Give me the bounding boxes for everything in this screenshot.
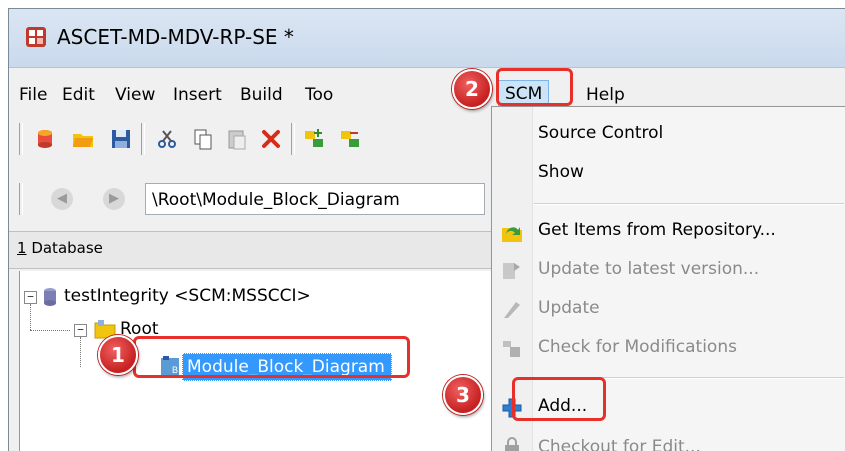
menu-separator: [534, 203, 844, 205]
open-folder-icon[interactable]: [71, 127, 95, 151]
toolbar-separator: [19, 183, 23, 215]
callout-badge-2: 2: [452, 69, 492, 109]
tree-root-label[interactable]: testIntegrity <SCM:MSSCCI>: [64, 286, 311, 306]
toolbar-separator: [19, 123, 23, 155]
callout-badge-1: 1: [98, 335, 138, 375]
menu-item-update: Update: [538, 298, 600, 318]
add-item-highlight: [512, 377, 606, 421]
panel-title: 1 Database: [17, 239, 103, 257]
tree-line: [80, 337, 81, 367]
toolbar-separator: [141, 123, 145, 155]
menu-item-update-latest: Update to latest version...: [538, 259, 760, 279]
panel-title-text: Database: [26, 239, 103, 257]
tree-line: [30, 330, 70, 331]
delete-icon[interactable]: [259, 127, 283, 151]
database-icon: [44, 288, 56, 306]
menu-view[interactable]: View: [115, 83, 155, 107]
get-items-icon: [502, 227, 522, 242]
database-icon[interactable]: [33, 127, 57, 151]
update-latest-icon: [503, 263, 520, 279]
panel-title-hotkey: 1: [17, 239, 27, 257]
menu-file[interactable]: File: [19, 83, 47, 107]
menu-item-get-items[interactable]: Get Items from Repository...: [538, 220, 776, 240]
address-path-field[interactable]: \Root\Module_Block_Diagram: [145, 183, 485, 215]
checkout-icon: [505, 437, 519, 451]
menu-tools[interactable]: Too: [305, 83, 333, 107]
tree-collapse-toggle[interactable]: −: [74, 324, 87, 337]
toolbar-separator: [291, 123, 295, 155]
menu-help[interactable]: Help: [586, 83, 625, 107]
menu-item-show[interactable]: Show: [538, 162, 584, 182]
remove-component-icon[interactable]: [339, 127, 363, 151]
app-icon: [26, 27, 46, 47]
scm-menu-highlight: [496, 68, 573, 106]
menu-insert[interactable]: Insert: [173, 83, 222, 107]
menu-item-check-modifications: Check for Modifications: [538, 337, 737, 357]
menu-item-source-control[interactable]: Source Control: [538, 123, 663, 143]
paste-icon[interactable]: [225, 127, 249, 151]
menu-build[interactable]: Build: [240, 83, 283, 107]
tree-line: [30, 304, 31, 330]
window-title: ASCET-MD-MDV-RP-SE *: [57, 25, 294, 49]
update-icon: [504, 302, 520, 318]
cut-icon[interactable]: [155, 127, 179, 151]
callout-badge-3: 3: [443, 375, 483, 415]
save-icon[interactable]: [109, 127, 133, 151]
app-window: ASCET-MD-MDV-RP-SE * File Edit View Inse…: [8, 8, 845, 451]
tree-item-highlight: [133, 336, 410, 378]
title-bar: ASCET-MD-MDV-RP-SE *: [9, 9, 845, 68]
back-button[interactable]: ◀: [51, 188, 73, 210]
forward-button[interactable]: ▶: [103, 188, 125, 210]
check-modifications-icon: [503, 341, 520, 357]
add-component-icon[interactable]: [303, 127, 327, 151]
copy-icon[interactable]: [191, 127, 215, 151]
menu-edit[interactable]: Edit: [62, 83, 95, 107]
menu-item-checkout: Checkout for Edit...: [538, 437, 701, 451]
tree-collapse-toggle[interactable]: −: [24, 291, 37, 304]
